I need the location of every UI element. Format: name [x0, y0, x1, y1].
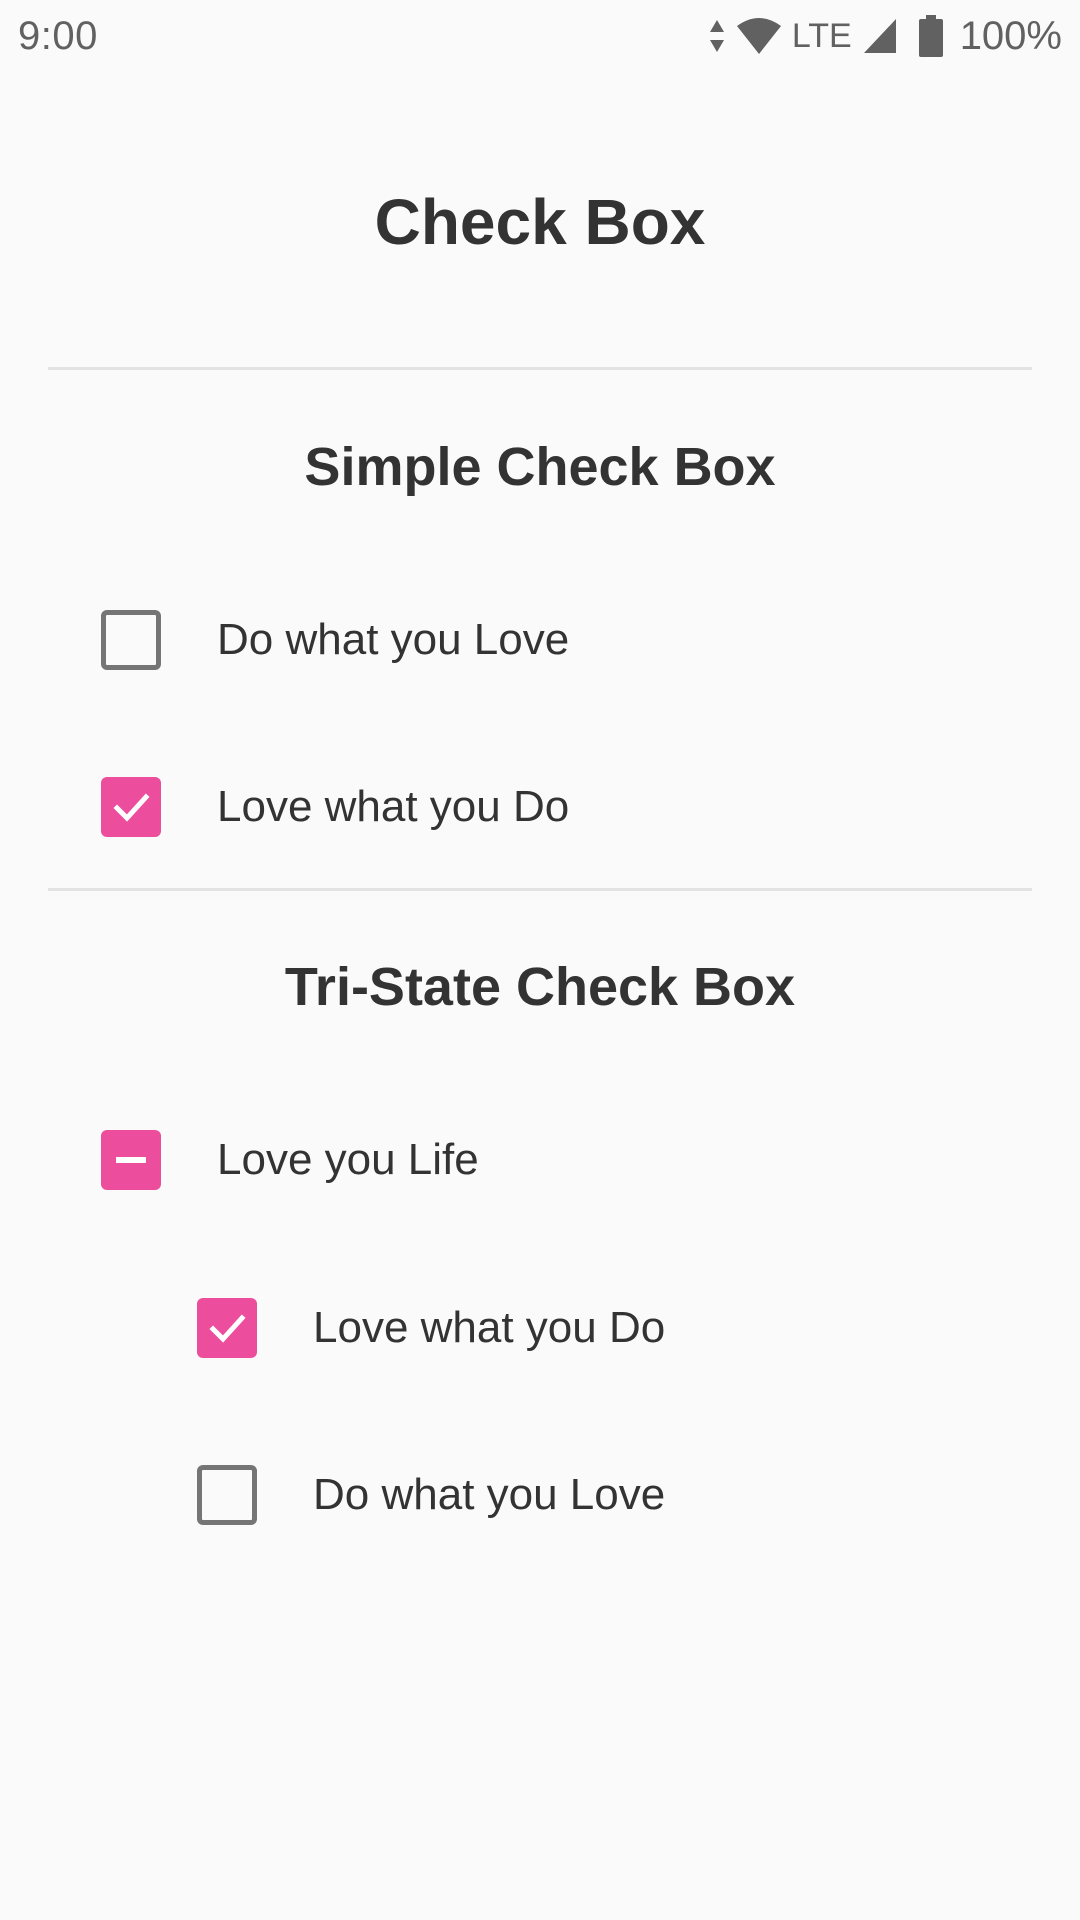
status-bar: 9:00 LTE 100% [0, 0, 1080, 72]
simple-item-do-what-you-love[interactable]: Do what you Love [101, 608, 569, 672]
checkbox-checked[interactable] [197, 1298, 257, 1358]
battery-icon [918, 15, 944, 57]
page-title: Check Box [374, 186, 706, 258]
checkbox-label: Love what you Do [217, 782, 570, 831]
tristate-child-do-what-you-love[interactable]: Do what you Love [197, 1463, 665, 1527]
divider-top [48, 367, 1032, 370]
divider-middle [48, 888, 1032, 891]
tristate-child-love-what-you-do[interactable]: Love what you Do [197, 1296, 665, 1360]
tristate-section-title: Tri-State Check Box [284, 957, 796, 1017]
checkbox-indeterminate[interactable] [101, 1130, 161, 1190]
checkmark-icon [113, 793, 150, 822]
signal-icon [862, 17, 898, 55]
checkbox-label: Love you Life [217, 1135, 479, 1184]
checkbox-label: Love what you Do [313, 1303, 666, 1352]
wifi-icon [736, 16, 782, 56]
simple-item-love-what-you-do[interactable]: Love what you Do [101, 775, 569, 839]
tristate-parent-love-you-life[interactable]: Love you Life [101, 1128, 479, 1192]
checkbox-unchecked[interactable] [101, 610, 161, 670]
checkmark-icon [209, 1314, 246, 1343]
status-time: 9:00 [18, 14, 98, 58]
battery-percentage: 100% [959, 14, 1062, 58]
network-type: LTE [791, 17, 852, 55]
checkbox-unchecked[interactable] [197, 1465, 257, 1525]
minus-icon [116, 1157, 146, 1163]
status-icons: LTE 100% [708, 12, 1062, 60]
checkbox-label: Do what you Love [313, 1470, 666, 1519]
checkbox-checked[interactable] [101, 777, 161, 837]
simple-section-title: Simple Check Box [304, 437, 776, 497]
checkbox-label: Do what you Love [217, 615, 570, 664]
data-arrows-icon [708, 18, 726, 54]
